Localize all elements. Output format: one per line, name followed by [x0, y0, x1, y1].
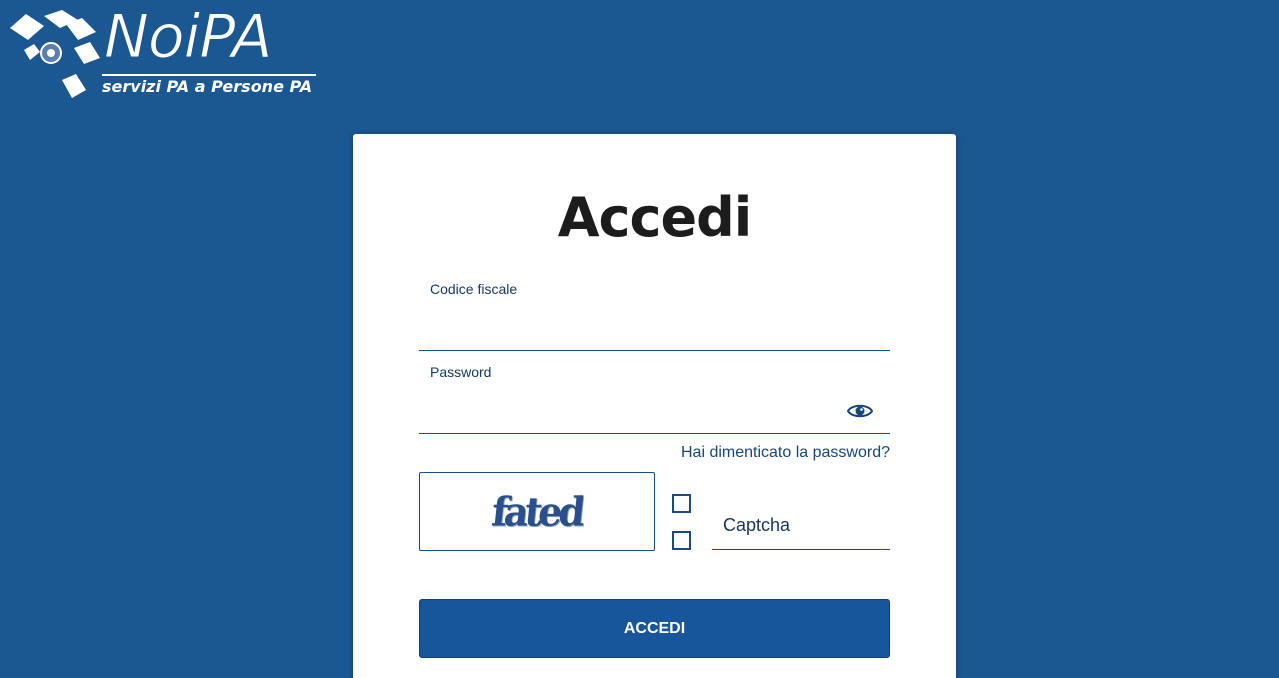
- captcha-audio-checkbox[interactable]: [672, 531, 691, 550]
- password-label: Password: [430, 364, 492, 380]
- password-input[interactable]: [419, 399, 890, 433]
- forgot-password-link[interactable]: Hai dimenticato la password?: [681, 444, 890, 462]
- fiscal-code-label: Codice fiscale: [430, 281, 518, 297]
- eye-icon[interactable]: [847, 402, 873, 420]
- login-card: Accedi Codice fiscale Password Hai dimen…: [353, 134, 956, 678]
- captcha-input[interactable]: [712, 502, 890, 549]
- captcha-field: [712, 502, 890, 550]
- password-field: Password: [419, 360, 890, 434]
- logo-wordmark: NoiPA: [104, 2, 273, 73]
- noipa-logo[interactable]: NoiPA servizi PA a Persone PA: [4, 2, 324, 102]
- captcha-refresh-checkbox[interactable]: [672, 494, 691, 513]
- noipa-logo-mark-icon: [10, 10, 100, 98]
- captcha-image: fated: [419, 472, 655, 551]
- fiscal-code-input[interactable]: [419, 316, 890, 350]
- login-submit-button[interactable]: ACCEDI: [419, 599, 890, 658]
- fiscal-code-field: Codice fiscale: [419, 276, 890, 351]
- captcha-image-text: fated: [489, 487, 585, 536]
- logo-tagline: servizi PA a Persone PA: [102, 74, 316, 96]
- page-title: Accedi: [557, 186, 753, 249]
